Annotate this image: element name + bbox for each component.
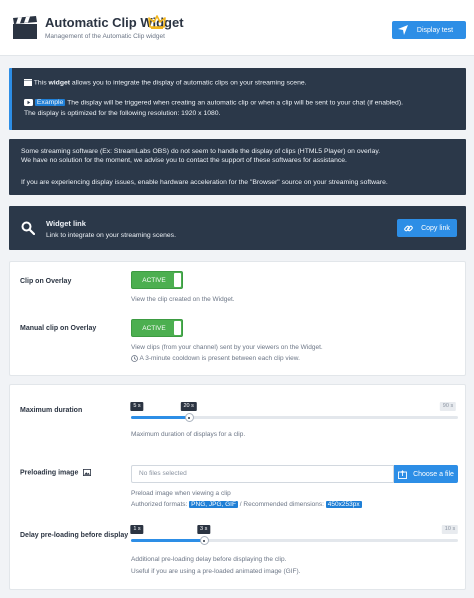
resolution-text: The display is optimized for the followi…: [24, 110, 221, 117]
delay-help-1: Additional pre-loading delay before disp…: [131, 556, 287, 563]
delay-label: Delay pre-loading before display: [20, 532, 129, 539]
warning-panel: Some streaming software (Ex: StreamLabs …: [9, 139, 466, 195]
delay-value: 3 s: [196, 525, 211, 534]
image-icon: [83, 469, 92, 476]
choose-file-label: Choose a file: [413, 470, 454, 478]
warning-line-3: If you are experiencing display issues, …: [21, 179, 388, 186]
clip-on-overlay-label: Clip on Overlay: [20, 278, 72, 285]
file-path-input[interactable]: No files selected: [131, 465, 394, 483]
max-duration-label: Maximum duration: [20, 407, 83, 414]
clip-on-overlay-state: ACTIVE: [142, 276, 166, 284]
example-text: The display will be triggered when creat…: [67, 99, 403, 107]
display-test-label: Display test: [416, 26, 454, 34]
preloading-help: Preload image when viewing a clip: [131, 490, 231, 497]
link-icon: [404, 225, 413, 231]
display-settings-card: Maximum duration 5 s 90 s 20 s Maximum d…: [9, 384, 466, 590]
intro-bold: widget: [48, 79, 71, 87]
intro-suffix: allows you to integrate the display of a…: [71, 79, 307, 87]
youtube-icon: [24, 99, 33, 106]
formats-row: Authorized formats: PNG, JPG, GIF / Reco…: [131, 501, 362, 508]
manual-clip-state: ACTIVE: [142, 324, 166, 332]
clip-on-overlay-help: View the clip created on the Widget.: [131, 296, 235, 303]
delay-max: 10 s: [441, 525, 459, 534]
choose-file-button[interactable]: Choose a file: [394, 465, 458, 483]
max-duration-fill: [131, 416, 189, 419]
example-tag: Example: [34, 99, 66, 107]
preloading-image-label-row: Preloading image: [20, 469, 92, 477]
upload-icon: [398, 469, 408, 479]
page-header: Automatic Clip Widget Management of the …: [0, 0, 474, 56]
intro-line: This widget allows you to integrate the …: [24, 79, 307, 86]
overlay-settings-card: Clip on Overlay ACTIVE View the clip cre…: [9, 261, 466, 376]
delay-fill: [131, 539, 204, 542]
example-line: Example The display will be triggered wh…: [24, 99, 403, 107]
manual-clip-note: A 3-minute cooldown is present between e…: [139, 355, 300, 363]
preloading-image-label: Preloading image: [20, 469, 79, 477]
delay-help-2: Useful if you are using a pre-loaded ani…: [131, 568, 301, 575]
clip-on-overlay-toggle[interactable]: ACTIVE: [131, 271, 183, 289]
max-duration-value: 20 s: [180, 402, 197, 411]
formats-badge: PNG, JPG, GIF: [189, 501, 238, 508]
manual-clip-label: Manual clip on Overlay: [20, 325, 97, 332]
widget-link-title: Widget link: [46, 219, 86, 228]
crown-icon: [148, 15, 166, 29]
info-panel: This widget allows you to integrate the …: [9, 68, 466, 130]
page-subtitle: Management of the Automatic Clip widget: [45, 33, 165, 40]
paper-plane-icon: [398, 25, 408, 35]
clock-icon: [131, 355, 138, 362]
manual-clip-help: View clips (from your channel) sent by y…: [131, 344, 323, 351]
delay-handle[interactable]: [199, 536, 209, 545]
widget-link-panel: Widget link Link to integrate on your st…: [9, 206, 466, 250]
warning-line-1: Some streaming software (Ex: StreamLabs …: [21, 148, 381, 155]
display-test-button[interactable]: Display test: [392, 21, 466, 39]
manual-clip-toggle[interactable]: ACTIVE: [131, 319, 183, 337]
search-icon: [21, 221, 35, 235]
widget-link-description: Link to integrate on your streaming scen…: [46, 232, 176, 239]
max-duration-help: Maximum duration of displays for a clip.: [131, 431, 246, 438]
delay-min: 1 s: [130, 525, 144, 534]
max-duration-min: 5 s: [130, 402, 144, 411]
intro-prefix: This: [33, 79, 47, 87]
copy-link-button[interactable]: Copy link: [397, 219, 457, 237]
warning-line-2: We have no solution for the moment, we a…: [21, 157, 347, 164]
manual-clip-note-row: A 3-minute cooldown is present between e…: [131, 355, 300, 362]
dimensions-text: / Recommended dimensions:: [239, 501, 324, 508]
max-duration-track: [131, 416, 458, 419]
authorized-formats-text: Authorized formats:: [131, 501, 188, 508]
clapperboard-icon: [13, 16, 37, 39]
max-duration-max: 90 s: [439, 402, 457, 411]
dimensions-badge: 450x253px: [325, 501, 362, 508]
copy-link-label: Copy link: [421, 224, 450, 232]
clapperboard-small-icon: [24, 79, 32, 86]
max-duration-handle[interactable]: [184, 413, 194, 422]
delay-track: [131, 539, 458, 542]
